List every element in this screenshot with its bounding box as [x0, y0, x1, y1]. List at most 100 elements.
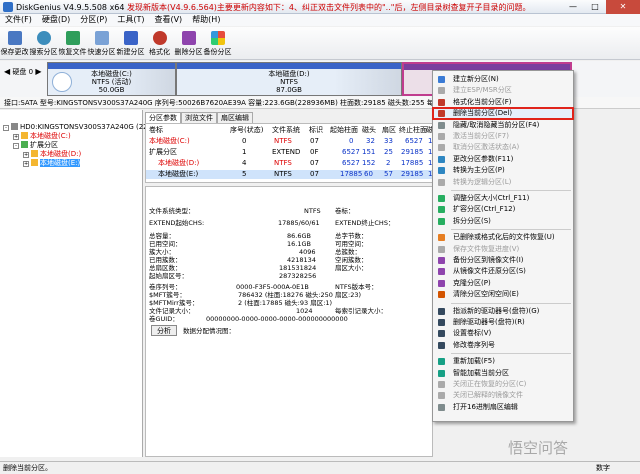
- menu-item-icon: [438, 167, 445, 175]
- menu-partition[interactable]: 分区(P): [75, 14, 112, 26]
- menu-item-10[interactable]: 调整分区大小(Ctrl_F11): [433, 193, 573, 204]
- menu-item-icon: [438, 76, 445, 83]
- menu-item-icon: [438, 369, 445, 377]
- format-button[interactable]: 格式化: [145, 27, 174, 59]
- format-icon: [152, 31, 167, 45]
- search-icon: [36, 31, 51, 45]
- menu-item-9: 转换为逻辑分区(L): [433, 177, 573, 188]
- status-bar: 删除当前分区。 数字: [0, 461, 640, 473]
- menu-item-27[interactable]: 打开16进制扇区编辑: [433, 402, 573, 413]
- tab-partition-params[interactable]: 分区参数: [145, 112, 181, 123]
- recover-files-button[interactable]: 恢复文件: [58, 27, 87, 59]
- tab-sector-editor[interactable]: 扇区编辑: [217, 112, 253, 123]
- partition-block-d[interactable]: 本地磁盘(D:) NTFS 87.0GB: [176, 62, 402, 96]
- menu-item-icon: [438, 234, 445, 242]
- search-partition-button[interactable]: 搜索分区: [29, 27, 58, 59]
- menu-item-24[interactable]: 智能加载当前分区: [433, 368, 573, 379]
- menu-separator: [451, 190, 571, 191]
- menu-item-4[interactable]: 隐藏/取消隐藏当前分区(F4): [433, 120, 573, 131]
- menu-item-icon: [438, 279, 445, 287]
- menu-item-icon: [438, 381, 445, 388]
- menu-item-6: 取消分区激活状态(A): [433, 142, 573, 153]
- menu-item-15[interactable]: 备份分区到镜像文件(I): [433, 255, 573, 266]
- update-notice[interactable]: 发现新版本(V4.9.6.564)主要更新内容如下：4、纠正双击文件列表中的".…: [127, 3, 530, 12]
- menu-bar: 文件(F) 硬盘(D) 分区(P) 工具(T) 查看(V) 帮助(H): [0, 14, 640, 26]
- menu-item-icon: [438, 206, 445, 214]
- menu-item-26: 关闭已解释的镜像文件: [433, 390, 573, 401]
- prev-disk-button[interactable]: ◀: [4, 67, 10, 76]
- tree-disk[interactable]: - HD0:KINGSTONSV300S37A240G (224GB): [3, 123, 165, 132]
- collapse-icon: -: [13, 143, 19, 149]
- quick-partition-button[interactable]: 快速分区: [87, 27, 116, 59]
- menu-item-18[interactable]: 清除分区空闲空间(E): [433, 289, 573, 300]
- quick-partition-icon: [94, 31, 109, 45]
- close-button[interactable]: ✕: [606, 0, 640, 14]
- next-disk-button[interactable]: ▶: [35, 67, 41, 76]
- menu-item-23[interactable]: 重新加载(F5): [433, 356, 573, 367]
- menu-item-icon: [438, 121, 445, 129]
- expand-icon: +: [23, 152, 29, 158]
- menu-item-icon: [438, 110, 445, 118]
- menu-item-8[interactable]: 转换为主分区(P): [433, 165, 573, 176]
- menu-item-19[interactable]: 指派新的驱动器号(盘符)(G): [433, 306, 573, 317]
- menu-item-11[interactable]: 扩容分区(Ctrl_F12): [433, 204, 573, 215]
- menu-item-1: 建立ESP/MSR分区: [433, 85, 573, 96]
- save-icon: [7, 31, 22, 45]
- tab-bar: 分区参数 浏览文件 扇区编辑: [145, 112, 253, 123]
- partition-icon: [31, 150, 38, 157]
- menu-tools[interactable]: 工具(T): [112, 14, 149, 26]
- tree-extended-partition[interactable]: - 扩展分区: [13, 141, 58, 150]
- status-text: 删除当前分区。: [3, 464, 52, 472]
- table-row[interactable]: 扩展分区 1 EXTEND 0F 6527 151 25 29185 1: [146, 148, 434, 157]
- menu-item-17[interactable]: 克隆分区(P): [433, 278, 573, 289]
- partition-icon: [31, 159, 38, 166]
- menu-item-13[interactable]: 已删除或格式化后的文件恢复(U): [433, 232, 573, 243]
- maximize-button[interactable]: □: [584, 0, 606, 14]
- menu-item-icon: [438, 178, 445, 186]
- menu-item-icon: [438, 87, 445, 95]
- new-partition-button[interactable]: 新建分区: [116, 27, 145, 59]
- app-title: DiskGenius V4.9.5.508 x64: [16, 3, 125, 12]
- menu-item-icon: [438, 195, 445, 202]
- menu-item-12[interactable]: 拆分分区(S): [433, 216, 573, 227]
- toolbar: 保存更改 搜索分区 恢复文件 快速分区 新建分区 格式化 删除分区 备份分区: [0, 27, 640, 60]
- partition-table: 卷标序号(状态)文件系统标识起始柱面磁头扇区终止柱面磁头 本地磁盘(C:)0NT…: [145, 123, 440, 183]
- minimize-button[interactable]: —: [562, 0, 584, 14]
- menu-item-7[interactable]: 更改分区参数(F11): [433, 154, 573, 165]
- menu-file[interactable]: 文件(F): [0, 14, 37, 26]
- analyze-button[interactable]: 分析: [151, 325, 177, 336]
- menu-item-icon: [438, 319, 445, 326]
- table-row[interactable]: 本地磁盘(D:) 4 NTFS 07 6527 152 2 17885 1: [146, 159, 434, 168]
- disk-tree: - HD0:KINGSTONSV300S37A240G (224GB) + 本地磁盘…: [0, 110, 165, 457]
- menu-item-icon: [438, 268, 445, 276]
- partition-block-c[interactable]: 本地磁盘(C:) NTFS (活动) 50.0GB: [47, 62, 176, 96]
- tab-browse-files[interactable]: 浏览文件: [181, 112, 217, 123]
- tree-partition-c[interactable]: + 本地磁盘(C:): [13, 132, 71, 141]
- menu-item-21[interactable]: 设置卷标(V): [433, 328, 573, 339]
- tree-partition-e[interactable]: + 本地磁盘(E:): [23, 159, 81, 168]
- menu-item-22[interactable]: 修改卷序列号: [433, 340, 573, 351]
- table-row-selected[interactable]: 本地磁盘(E:) 5 NTFS 07 17885 60 57 29185 1: [146, 170, 434, 179]
- menu-separator: [451, 353, 571, 355]
- save-changes-button[interactable]: 保存更改: [0, 27, 29, 59]
- num-lock-indicator: 数字: [596, 464, 610, 472]
- menu-item-3[interactable]: 删除当前分区(Del): [432, 107, 574, 121]
- menu-item-icon: [438, 307, 445, 315]
- menu-item-icon: [438, 155, 445, 163]
- windows-logo-icon: [52, 72, 72, 92]
- menu-item-16[interactable]: 从镜像文件还原分区(S): [433, 266, 573, 277]
- disk-label: 硬盘 0: [12, 68, 34, 76]
- menu-view[interactable]: 查看(V): [149, 14, 187, 26]
- menu-item-25: 关闭正在恢复的分区(C): [433, 379, 573, 390]
- menu-item-5: 激活当前分区(F7): [433, 131, 573, 142]
- menu-item-20[interactable]: 删除驱动器号(盘符)(R): [433, 317, 573, 328]
- menu-help[interactable]: 帮助(H): [187, 14, 225, 26]
- delete-partition-button[interactable]: 删除分区: [174, 27, 203, 59]
- tree-partition-d[interactable]: + 本地磁盘(D:): [23, 150, 81, 159]
- menu-item-0[interactable]: 建立新分区(N): [433, 74, 573, 85]
- menu-disk[interactable]: 硬盘(D): [37, 14, 75, 26]
- menu-item-icon: [438, 98, 445, 106]
- menu-item-2[interactable]: 格式化当前分区(F): [433, 97, 573, 108]
- table-row[interactable]: 本地磁盘(C:) 0 NTFS 07 0 32 33 6527 1: [146, 137, 434, 146]
- backup-partition-button[interactable]: 备份分区: [203, 27, 232, 59]
